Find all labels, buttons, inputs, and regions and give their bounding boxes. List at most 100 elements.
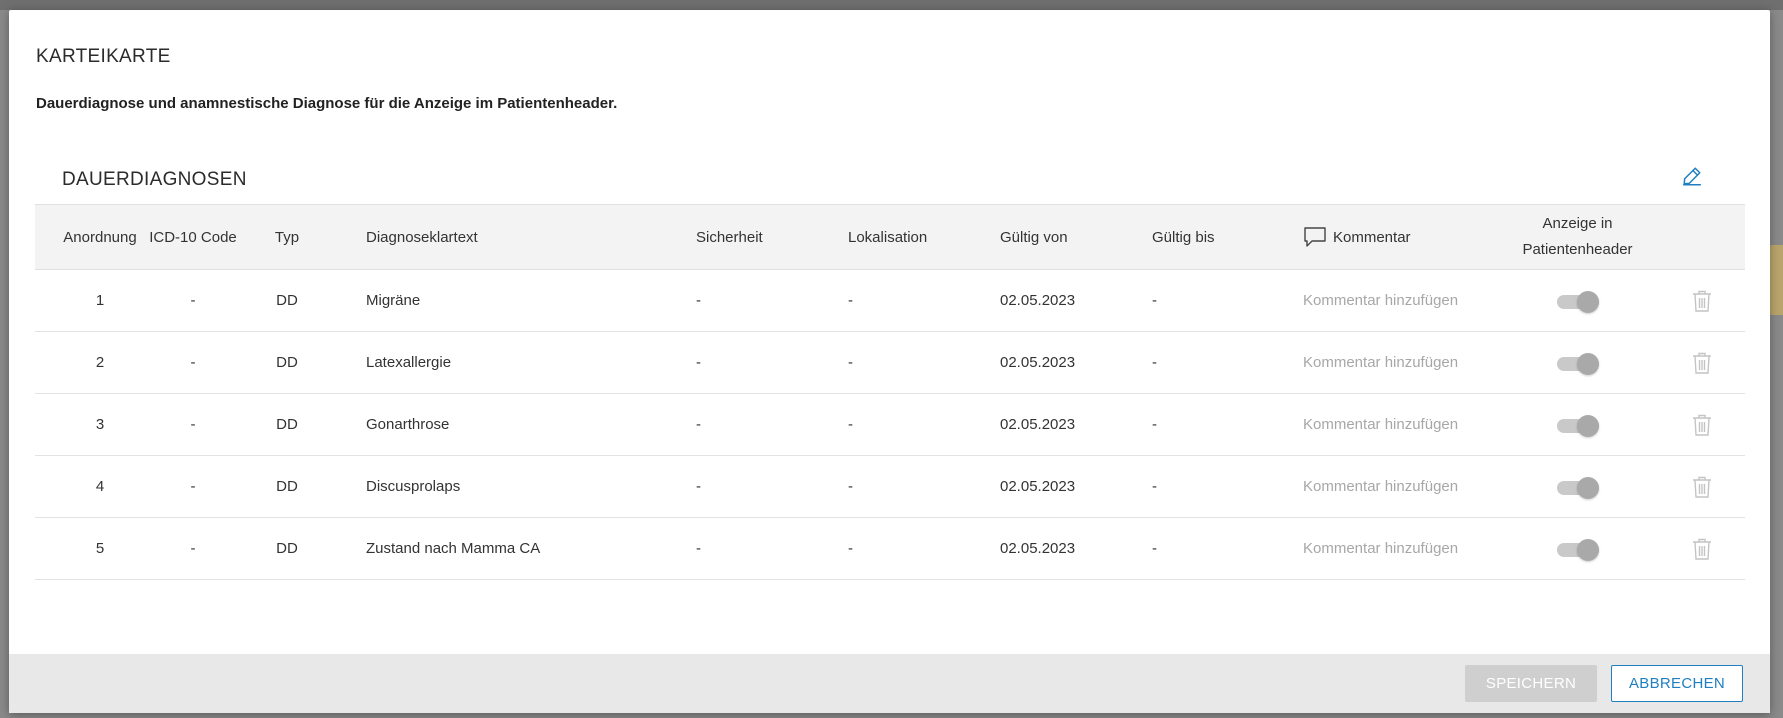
toggle-knob [1576,352,1599,375]
cell-icd: - [190,540,196,557]
anzeige-toggle-cell [1515,332,1640,393]
anzeige-toggle[interactable] [1556,414,1599,437]
comment-input[interactable]: Kommentar hinzufügen [1303,332,1503,393]
cell-order: 5 [95,540,105,557]
karteikarte-dialog: KARTEIKARTE Dauerdiagnose und anamnestis… [9,10,1770,713]
anzeige-toggle[interactable] [1556,290,1599,313]
cell-lokalisation: - [848,478,853,495]
speech-bubble-icon [1304,227,1326,247]
anzeige-toggle[interactable] [1556,538,1599,561]
toggle-knob [1576,414,1599,437]
delete-button[interactable] [1687,456,1717,517]
header-kommentar: Kommentar [1303,205,1503,269]
trash-icon [1693,352,1711,374]
edit-button[interactable] [1675,159,1709,193]
anzeige-toggle-cell [1515,518,1640,579]
cell-gueltig-bis: - [1152,292,1157,309]
table-row: 2 - DD Latexallergie - - 02.05.2023 - Kommentar … [35,332,1745,394]
save-button[interactable]: SPEICHERN [1465,665,1597,702]
delete-button[interactable] [1687,270,1717,331]
dialog-subtitle: Dauerdiagnose und anamnestische Diagnose… [36,95,618,112]
header-sicherheit: Sicherheit [696,228,763,246]
header-gueltig-bis: Gültig bis [1152,228,1215,246]
anzeige-toggle[interactable] [1556,476,1599,499]
cell-order: 4 [95,478,105,495]
cell-icd: - [190,416,196,433]
delete-button[interactable] [1687,332,1717,393]
cell-gueltig-von: 02.05.2023 [1000,478,1076,495]
table-row: 5 - DD Zustand nach Mamma CA - - 02.05.2023 - Ko… [35,518,1745,580]
table-body: 1 - DD Migräne - - 02.05.2023 - Kommentar hinzuf… [35,270,1745,580]
dialog-title: KARTEIKARTE [36,46,171,67]
cell-lokalisation: - [848,354,853,371]
dialog-footer: SPEICHERN ABBRECHEN [9,654,1770,713]
header-icd: ICD-10 Code [149,228,237,246]
toggle-knob [1576,290,1599,313]
comment-input[interactable]: Kommentar hinzufügen [1303,394,1503,455]
toggle-knob [1576,476,1599,499]
cell-typ: DD [276,354,298,371]
cell-gueltig-bis: - [1152,354,1157,371]
cell-lokalisation: - [848,540,853,557]
cell-lokalisation: - [848,416,853,433]
comment-input[interactable]: Kommentar hinzufügen [1303,456,1503,517]
trash-icon [1693,538,1711,560]
trash-icon [1693,290,1711,312]
table-row: 3 - DD Gonarthrose - - 02.05.2023 - Kommentar hi… [35,394,1745,456]
cell-icd: - [190,478,196,495]
cell-order: 3 [95,416,105,433]
cell-gueltig-von: 02.05.2023 [1000,354,1076,371]
comment-input[interactable]: Kommentar hinzufügen [1303,270,1503,331]
cell-diagnosis: Discusprolaps [366,478,461,495]
section-title: DAUERDIAGNOSEN [62,169,247,190]
header-typ: Typ [274,228,300,246]
cell-diagnosis: Zustand nach Mamma CA [366,540,541,557]
backdrop [0,0,1783,10]
cell-typ: DD [276,478,298,495]
cell-icd: - [190,292,196,309]
delete-button[interactable] [1687,518,1717,579]
cell-gueltig-bis: - [1152,540,1157,557]
header-order: Anordnung [63,228,137,246]
trash-icon [1693,476,1711,498]
anzeige-toggle-cell [1515,394,1640,455]
table-header: Anordnung ICD-10 Code Typ Diagnoseklarte… [35,204,1745,270]
delete-button[interactable] [1687,394,1717,455]
cell-typ: DD [276,416,298,433]
cell-order: 2 [95,354,105,371]
cell-gueltig-von: 02.05.2023 [1000,416,1076,433]
header-anzeige-line1: Anzeige in [1542,215,1613,232]
cell-typ: DD [276,540,298,557]
cell-gueltig-von: 02.05.2023 [1000,292,1076,309]
cell-icd: - [190,354,196,371]
anzeige-toggle-cell [1515,270,1640,331]
cell-diagnosis: Migräne [366,292,421,309]
anzeige-toggle-cell [1515,456,1640,517]
cell-sicherheit: - [696,354,701,371]
cell-typ: DD [276,292,298,309]
cell-sicherheit: - [696,292,701,309]
cell-order: 1 [95,292,105,309]
diagnoses-table: Anordnung ICD-10 Code Typ Diagnoseklarte… [35,204,1745,580]
cell-gueltig-bis: - [1152,478,1157,495]
pencil-icon [1683,167,1701,186]
cell-lokalisation: - [848,292,853,309]
header-lokalisation: Lokalisation [848,228,928,246]
table-row: 1 - DD Migräne - - 02.05.2023 - Kommentar hinzuf… [35,270,1745,332]
header-gueltig-von: Gültig von [1000,228,1068,246]
comment-input[interactable]: Kommentar hinzufügen [1303,518,1503,579]
header-kommentar-label: Kommentar [1333,228,1411,246]
cell-diagnosis: Gonarthrose [366,416,450,433]
cell-gueltig-bis: - [1152,416,1157,433]
cell-sicherheit: - [696,540,701,557]
header-diagnosis: Diagnoseklartext [366,228,478,246]
toggle-knob [1576,538,1599,561]
cell-sicherheit: - [696,416,701,433]
cell-gueltig-von: 02.05.2023 [1000,540,1076,557]
header-anzeige-line2: Patientenheader [1522,241,1633,258]
anzeige-toggle[interactable] [1556,352,1599,375]
header-anzeige: Anzeige in Patientenheader [1515,205,1640,269]
cell-diagnosis: Latexallergie [366,354,452,371]
trash-icon [1693,414,1711,436]
cancel-button[interactable]: ABBRECHEN [1611,665,1743,702]
